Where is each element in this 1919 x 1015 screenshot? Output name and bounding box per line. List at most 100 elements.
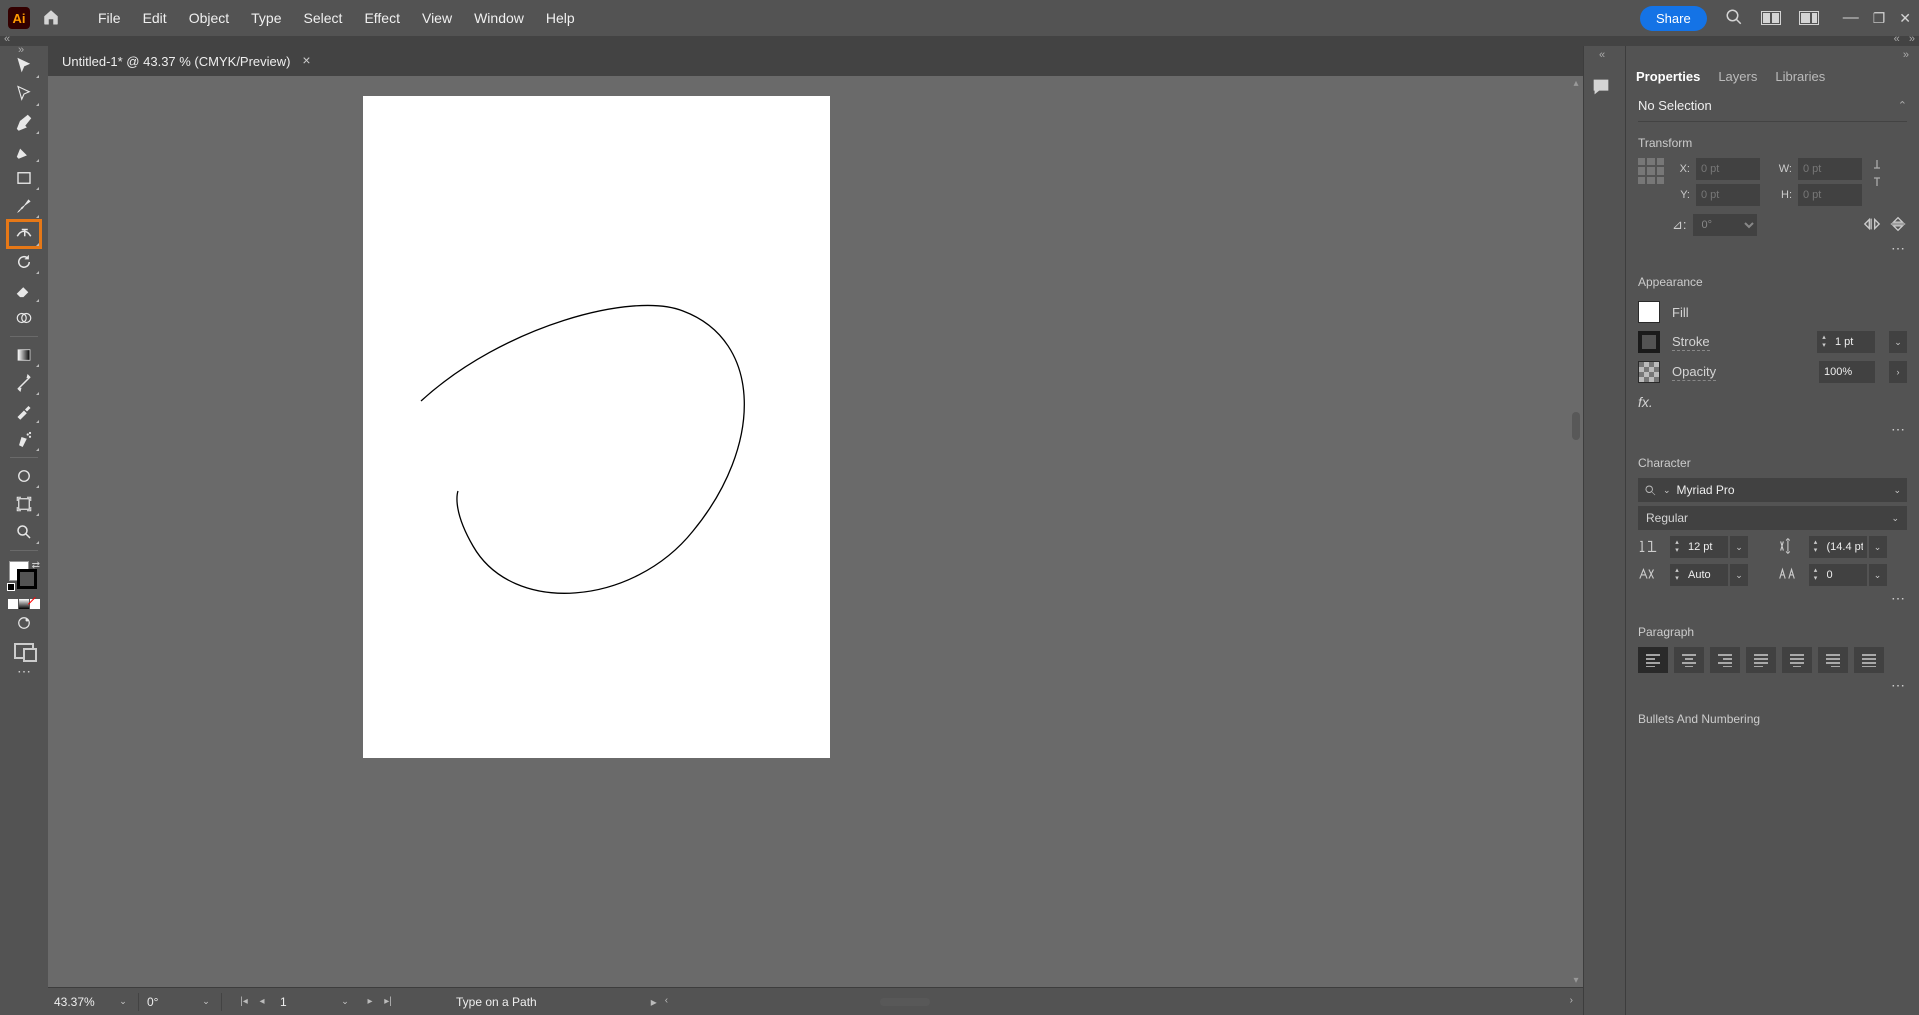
gradient-tool[interactable] xyxy=(7,341,41,369)
tracking-stepper[interactable]: ▴▾ xyxy=(1809,564,1867,586)
rotation-dropdown-icon[interactable]: ⌄ xyxy=(199,995,213,1009)
rotate-tool[interactable] xyxy=(7,248,41,276)
justify-all-button[interactable] xyxy=(1854,647,1884,673)
font-size-stepper[interactable]: ▴▾ xyxy=(1670,536,1728,558)
eyedropper-tool[interactable] xyxy=(7,397,41,425)
window-minimize-icon[interactable]: — xyxy=(1843,9,1859,27)
status-play-icon[interactable]: ▸ xyxy=(651,995,657,1009)
workspace-switcher-icon[interactable] xyxy=(1799,11,1819,25)
transform-more-options[interactable]: ⋯ xyxy=(1638,236,1907,261)
eraser-tool[interactable] xyxy=(7,276,41,304)
selection-tool[interactable] xyxy=(7,52,41,80)
h-scroll-thumb[interactable] xyxy=(880,998,930,1006)
screen-mode-icon[interactable] xyxy=(14,643,34,659)
zoom-field[interactable] xyxy=(54,995,112,1009)
last-artboard-icon[interactable]: ▸| xyxy=(380,994,396,1010)
vertical-scrollbar[interactable]: ▴ ▾ xyxy=(1569,76,1583,987)
menu-object[interactable]: Object xyxy=(179,6,239,30)
tab-layers[interactable]: Layers xyxy=(1718,69,1757,90)
h-field[interactable] xyxy=(1798,184,1862,206)
justify-right-button[interactable] xyxy=(1818,647,1848,673)
angle-field[interactable]: 0° xyxy=(1693,214,1757,236)
reference-point-picker[interactable] xyxy=(1638,158,1664,184)
align-right-button[interactable] xyxy=(1710,647,1740,673)
artboard[interactable] xyxy=(363,96,830,758)
selection-menu-icon[interactable]: ⌃ xyxy=(1898,99,1907,112)
tracking-field[interactable] xyxy=(1823,569,1867,581)
menu-select[interactable]: Select xyxy=(294,6,353,30)
font-family-input[interactable] xyxy=(1677,483,1888,497)
comments-icon[interactable] xyxy=(1590,76,1620,106)
direct-selection-tool[interactable] xyxy=(7,80,41,108)
stroke-color-swatch[interactable] xyxy=(1638,331,1660,353)
next-artboard-icon[interactable]: ▸ xyxy=(362,994,378,1010)
window-close-icon[interactable]: ✕ xyxy=(1899,10,1911,27)
justify-left-button[interactable] xyxy=(1746,647,1776,673)
scroll-up-icon[interactable]: ▴ xyxy=(1569,76,1583,90)
stroke-weight-stepper[interactable]: ▴▾ xyxy=(1817,331,1875,353)
opacity-dropdown-icon[interactable]: › xyxy=(1889,361,1907,383)
flip-vertical-icon[interactable] xyxy=(1889,216,1907,235)
rotation-field[interactable] xyxy=(147,995,195,1009)
zoom-dropdown-icon[interactable]: ⌄ xyxy=(116,995,130,1009)
shape-builder-tool[interactable] xyxy=(7,304,41,332)
font-dropdown-icon[interactable]: ⌄ xyxy=(1893,485,1901,496)
curvature-tool[interactable] xyxy=(7,136,41,164)
stroke-weight-dropdown-icon[interactable]: ⌄ xyxy=(1889,331,1907,353)
paragraph-more-options[interactable]: ⋯ xyxy=(1638,673,1907,698)
justify-center-button[interactable] xyxy=(1782,647,1812,673)
tab-libraries[interactable]: Libraries xyxy=(1775,69,1825,90)
fx-label[interactable]: fx. xyxy=(1638,394,1653,410)
menu-effect[interactable]: Effect xyxy=(354,6,410,30)
type-tool[interactable] xyxy=(7,220,41,248)
pen-tool[interactable] xyxy=(7,108,41,136)
opacity-swatch[interactable] xyxy=(1638,361,1660,383)
zoom-tool[interactable] xyxy=(7,518,41,546)
w-field[interactable] xyxy=(1798,158,1862,180)
fill-stroke-selector[interactable]: ⇄ xyxy=(7,561,41,591)
kerning-stepper[interactable]: ▴▾ xyxy=(1670,564,1728,586)
color-mode-row[interactable] xyxy=(8,599,40,609)
symbol-sprayer-tool[interactable] xyxy=(7,425,41,453)
stroke-weight-field[interactable] xyxy=(1831,336,1875,348)
artboard-dropdown-icon[interactable]: ⌄ xyxy=(338,995,352,1009)
canvas-viewport[interactable]: ▴ ▾ xyxy=(48,76,1583,987)
kerning-dropdown-icon[interactable]: ⌄ xyxy=(1730,564,1748,586)
fill-color-swatch[interactable] xyxy=(1638,301,1660,323)
constrain-proportions-icon[interactable] xyxy=(1870,158,1886,198)
kerning-field[interactable] xyxy=(1684,569,1728,581)
prev-artboard-icon[interactable]: ◂ xyxy=(254,994,270,1010)
menu-view[interactable]: View xyxy=(412,6,462,30)
flip-horizontal-icon[interactable] xyxy=(1863,216,1881,235)
y-field[interactable] xyxy=(1696,184,1760,206)
first-artboard-icon[interactable]: |◂ xyxy=(236,994,252,1010)
scroll-down-icon[interactable]: ▾ xyxy=(1569,973,1583,987)
character-more-options[interactable]: ⋯ xyxy=(1638,586,1907,611)
width-tool[interactable] xyxy=(7,369,41,397)
ellipse-tool[interactable] xyxy=(7,462,41,490)
menu-file[interactable]: File xyxy=(88,6,131,30)
font-family-field[interactable]: ⌄ ⌄ xyxy=(1638,478,1907,502)
default-fill-stroke-icon[interactable] xyxy=(7,583,15,591)
search-icon[interactable] xyxy=(1725,8,1743,29)
close-tab-icon[interactable]: × xyxy=(302,52,310,68)
font-style-field[interactable]: Regular ⌄ xyxy=(1638,506,1907,530)
artboard-number-field[interactable] xyxy=(274,995,334,1009)
menu-window[interactable]: Window xyxy=(464,6,534,30)
menu-help[interactable]: Help xyxy=(536,6,585,30)
leading-field[interactable] xyxy=(1823,541,1867,553)
stroke-swatch[interactable] xyxy=(17,569,37,589)
tab-properties[interactable]: Properties xyxy=(1636,69,1700,90)
stroke-label[interactable]: Stroke xyxy=(1672,334,1710,351)
draw-mode-icon[interactable] xyxy=(7,609,41,637)
share-button[interactable]: Share xyxy=(1640,6,1707,31)
font-size-dropdown-icon[interactable]: ⌄ xyxy=(1730,536,1748,558)
rectangle-tool[interactable] xyxy=(7,164,41,192)
window-restore-icon[interactable]: ❐ xyxy=(1873,10,1886,27)
appearance-more-options[interactable]: ⋯ xyxy=(1638,417,1907,442)
horizontal-scrollbar[interactable]: ‹ › xyxy=(665,995,1573,1009)
leading-stepper[interactable]: ▴▾ xyxy=(1809,536,1867,558)
x-field[interactable] xyxy=(1696,158,1760,180)
font-style-dropdown-icon[interactable]: ⌄ xyxy=(1891,513,1899,524)
scroll-thumb[interactable] xyxy=(1572,412,1580,440)
